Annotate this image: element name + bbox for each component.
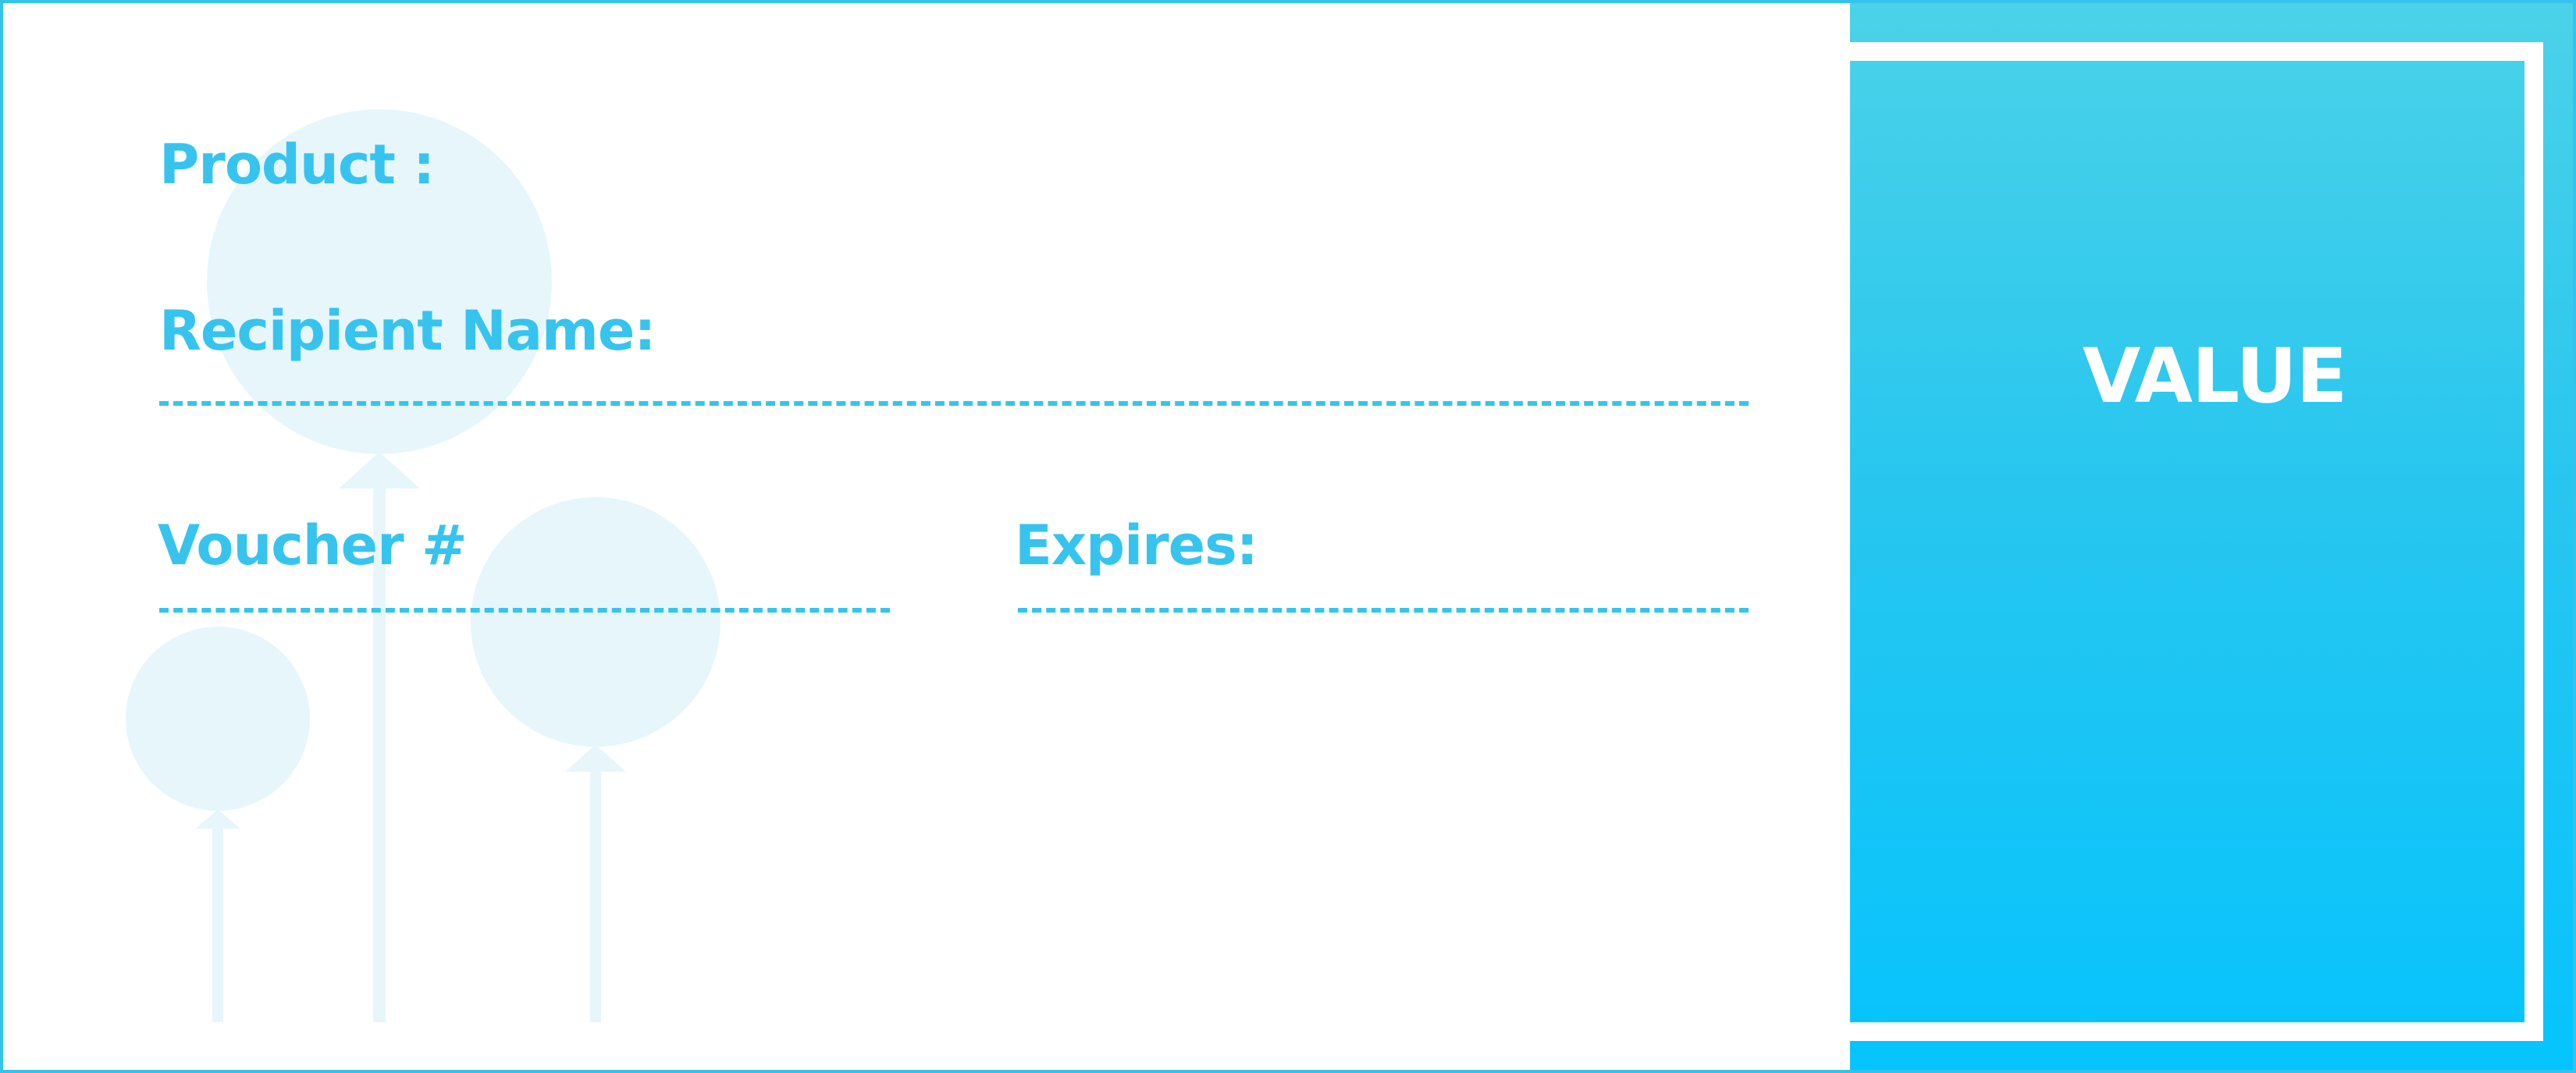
recipient-name-label: Recipient Name: xyxy=(159,299,656,363)
voucher-number-line xyxy=(159,608,890,613)
voucher-number-label: Voucher # xyxy=(158,513,468,577)
product-label: Product : xyxy=(159,133,435,197)
expires-line xyxy=(1018,608,1749,613)
value-label: VALUE xyxy=(2082,332,2347,420)
gift-voucher: Product : Recipient Name: Voucher # Expi… xyxy=(0,0,2576,1073)
expires-label: Expires: xyxy=(1015,513,1258,577)
recipient-name-line xyxy=(159,401,1749,406)
